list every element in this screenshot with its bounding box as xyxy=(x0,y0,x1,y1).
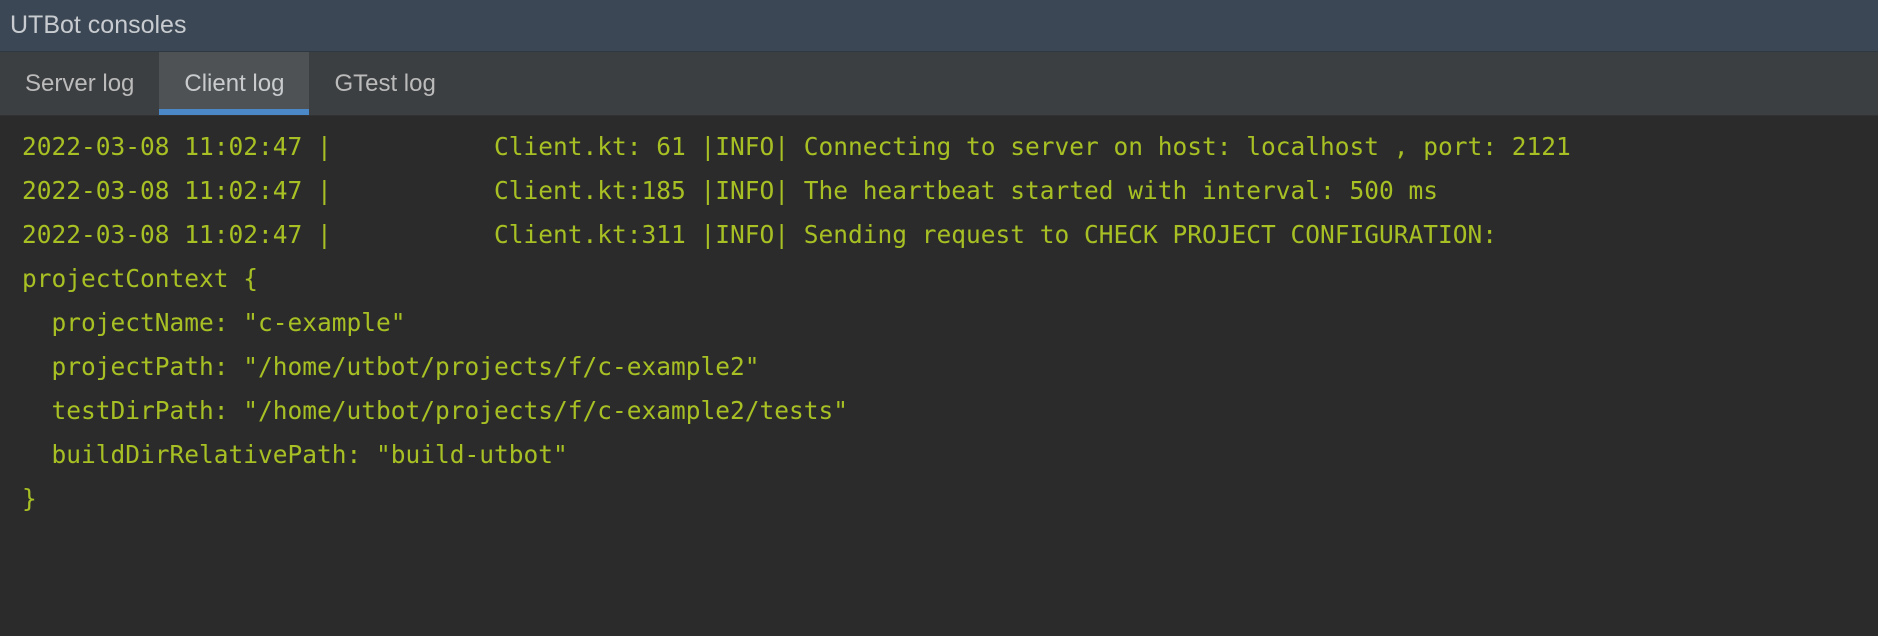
log-console[interactable]: 2022-03-08 11:02:47 | Client.kt: 61 |INF… xyxy=(0,116,1878,636)
console-tabs: Server log Client log GTest log xyxy=(0,52,1878,116)
tab-label: Server log xyxy=(25,69,135,97)
log-line: projectContext { xyxy=(22,264,259,293)
log-line: projectName: "c-example" xyxy=(22,308,406,337)
log-line: 2022-03-08 11:02:47 | Client.kt:185 |INF… xyxy=(22,176,1439,205)
log-line: 2022-03-08 11:02:47 | Client.kt:311 |INF… xyxy=(22,220,1498,249)
log-line: testDirPath: "/home/utbot/projects/f/c-e… xyxy=(22,396,849,425)
tab-label: Client log xyxy=(184,69,285,97)
log-line: buildDirRelativePath: "build-utbot" xyxy=(22,440,568,469)
tool-window-title: UTBot consoles xyxy=(0,0,1878,52)
tab-client-log[interactable]: Client log xyxy=(159,52,310,115)
tab-gtest-log[interactable]: GTest log xyxy=(309,52,460,115)
utbot-consoles-window: UTBot consoles Server log Client log GTe… xyxy=(0,0,1878,636)
tab-server-log[interactable]: Server log xyxy=(0,52,159,115)
log-line: 2022-03-08 11:02:47 | Client.kt: 61 |INF… xyxy=(22,132,1571,161)
log-line: } xyxy=(22,484,37,513)
tab-label: GTest log xyxy=(334,69,436,97)
log-line: projectPath: "/home/utbot/projects/f/c-e… xyxy=(22,352,760,381)
window-title: UTBot consoles xyxy=(10,11,187,39)
